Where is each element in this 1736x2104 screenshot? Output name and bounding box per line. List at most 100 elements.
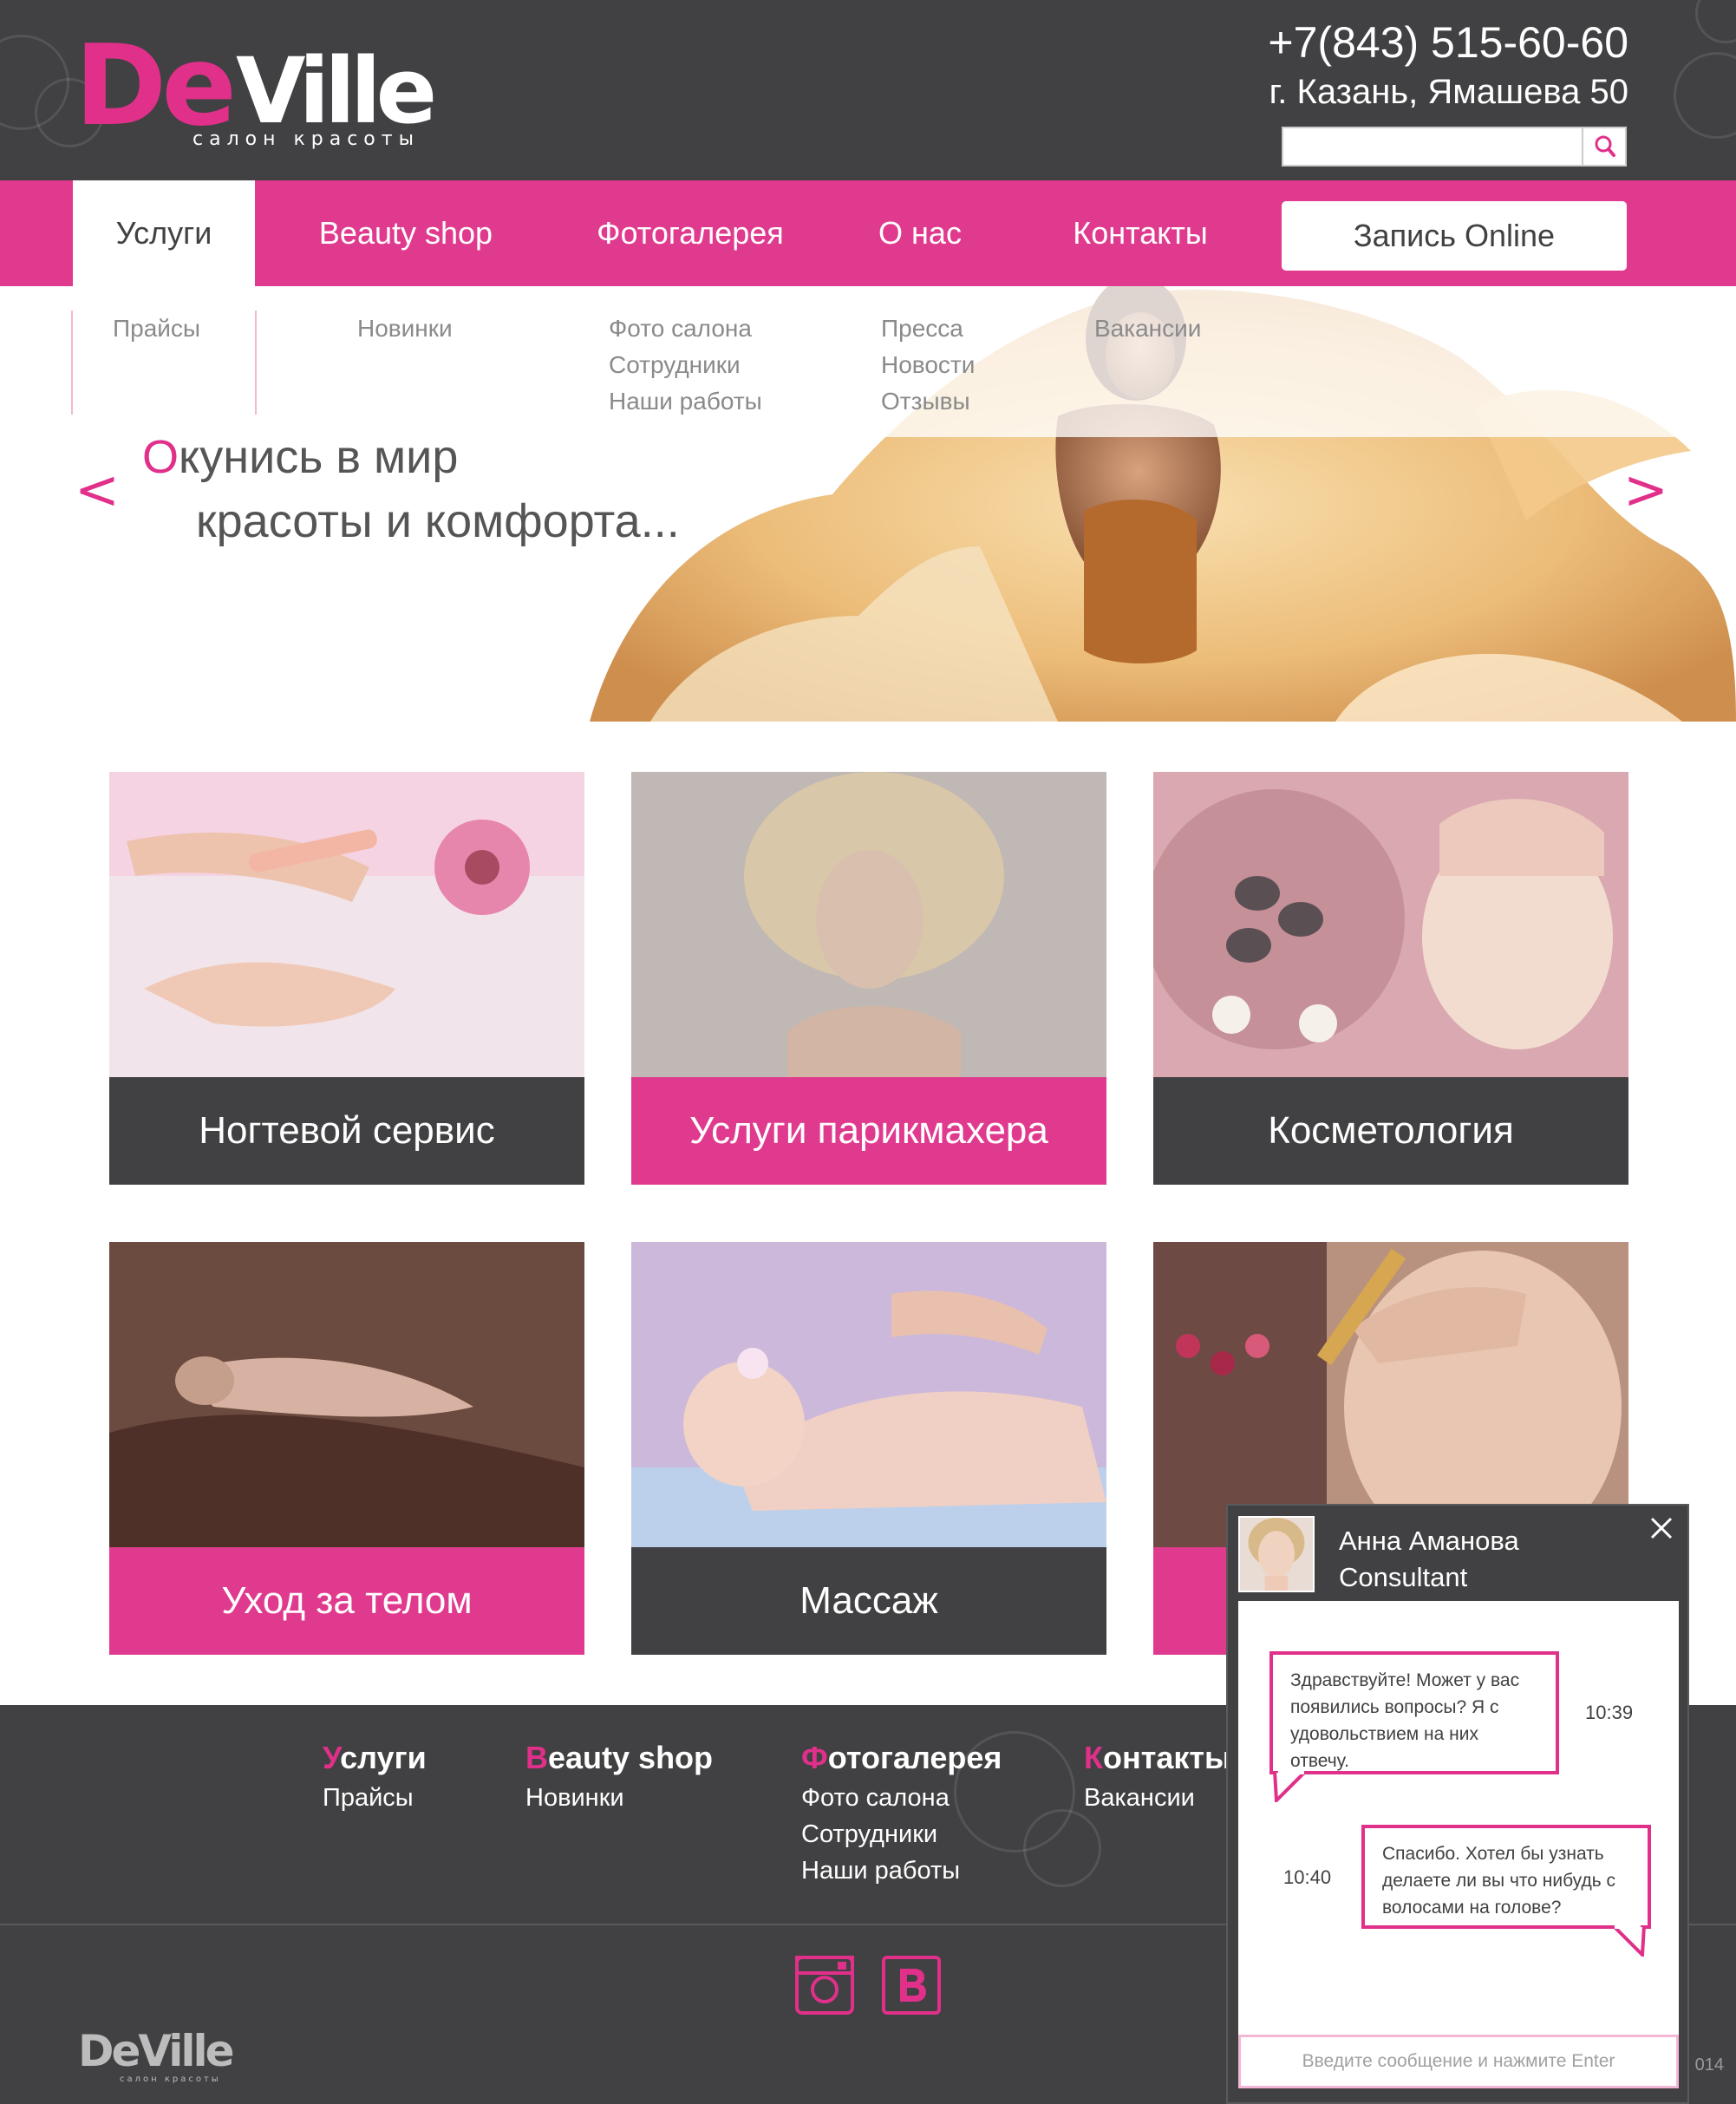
footer-logo-tagline: салон красоты — [120, 2075, 221, 2084]
nav-item-services[interactable]: Услуги — [73, 180, 255, 286]
footer-logo-wordmark: DeVille — [78, 2026, 235, 2076]
close-icon[interactable] — [1648, 1514, 1675, 1542]
service-photo-body-care — [109, 1242, 584, 1547]
service-photo-cosmetology — [1153, 772, 1628, 1077]
slider-next-arrow[interactable]: > — [1623, 458, 1668, 521]
hero-headline-initial: О — [142, 431, 179, 483]
bubble-tail — [1273, 1771, 1308, 1802]
footer-link[interactable]: Сотрудники — [801, 1816, 1002, 1852]
nav-item-beauty-shop[interactable]: Beauty shop — [295, 180, 517, 286]
chat-message-input[interactable] — [1241, 2037, 1676, 2086]
service-photo-massage — [631, 1242, 1106, 1547]
service-label: Услуги парикмахера — [631, 1077, 1106, 1185]
flourish-decoration — [1695, 0, 1736, 43]
footer-heading[interactable]: Услуги — [323, 1736, 427, 1780]
nav-item-label: Контакты — [1073, 215, 1208, 251]
service-tile-cosmetology[interactable]: Косметология — [1153, 772, 1628, 1185]
footer-logo[interactable]: DeVille салон красоты — [78, 2026, 251, 2087]
submenu-divider — [255, 310, 257, 415]
service-photo-hairdresser — [631, 772, 1106, 1077]
footer-link[interactable]: Фото салона — [801, 1780, 1002, 1816]
service-label: Уход за телом — [109, 1547, 584, 1655]
submenu-gallery: Фото салона Сотрудники Наши работы — [609, 310, 762, 420]
nav-item-label: Услуги — [115, 215, 212, 251]
instagram-icon[interactable] — [794, 1955, 855, 2016]
chat-message-incoming: Здравствуйте! Может у вас появились вопр… — [1269, 1651, 1559, 1774]
footer-logo-de: De — [78, 2026, 140, 2076]
service-tile-body-care[interactable]: Уход за телом — [109, 1242, 584, 1655]
submenu-services: Прайсы — [113, 310, 200, 347]
footer-heading-initial: Ф — [801, 1740, 828, 1775]
chat-message-outgoing: Спасибо. Хотел бы узнать делаете ли вы ч… — [1361, 1825, 1651, 1929]
submenu-shop: Новинки — [357, 310, 453, 347]
submenu-link[interactable]: Наши работы — [609, 383, 762, 420]
hero-headline-text: кунись в мир — [179, 431, 459, 483]
footer-logo-ville: Ville — [138, 2026, 234, 2076]
search-icon — [1595, 135, 1615, 157]
chat-message-time: 10:39 — [1585, 1702, 1634, 1723]
book-online-button[interactable]: Запись Online — [1282, 201, 1627, 271]
footer-heading-initial: У — [323, 1740, 341, 1775]
footer-heading[interactable]: Beauty shop — [525, 1736, 713, 1780]
search-button[interactable] — [1582, 128, 1625, 165]
footer-heading-text: слуги — [340, 1740, 427, 1775]
service-label: Косметология — [1153, 1077, 1628, 1185]
consultant-name: Анна Аманова — [1339, 1526, 1519, 1556]
header-address: г. Казань, Ямашева 50 — [1269, 73, 1628, 111]
submenu-contacts: Вакансии — [1094, 310, 1201, 347]
consultant-role: Consultant — [1339, 1562, 1468, 1592]
footer-heading-initial: К — [1084, 1740, 1103, 1775]
nav-item-label: Beauty shop — [318, 215, 493, 251]
consultant-info: Анна Аманова Consultant — [1339, 1523, 1519, 1596]
chat-messages: Здравствуйте! Может у вас появились вопр… — [1238, 1601, 1679, 2073]
hero-slider: Прайсы Новинки Фото салона Сотрудники На… — [0, 286, 1736, 722]
service-label: Массаж — [631, 1547, 1106, 1655]
flourish-decoration — [1674, 52, 1736, 139]
service-tile-hairdresser[interactable]: Услуги парикмахера — [631, 772, 1106, 1185]
slider-prev-arrow[interactable]: < — [75, 458, 120, 521]
footer-heading-text: отогалерея — [827, 1740, 1002, 1775]
footer-heading-text: онтакты — [1102, 1740, 1231, 1775]
nav-item-about[interactable]: О нас — [857, 180, 983, 286]
submenu-link[interactable]: Фото салона — [609, 310, 762, 347]
service-tile-nails[interactable]: Ногтевой сервис — [109, 772, 584, 1185]
footer-link[interactable]: Вакансии — [1084, 1780, 1231, 1816]
footer-copyright-year: 014 — [1694, 2055, 1724, 2075]
footer-heading-text: eauty shop — [548, 1740, 714, 1775]
service-tile-massage[interactable]: Массаж — [631, 1242, 1106, 1655]
logo-tagline: салон красоты — [193, 128, 420, 150]
footer-heading[interactable]: Контакты — [1084, 1736, 1231, 1780]
submenu-link[interactable]: Пресса — [881, 310, 975, 347]
submenu-about: Пресса Новости Отзывы — [881, 310, 975, 420]
submenu-link[interactable]: Отзывы — [881, 383, 975, 420]
submenu-link[interactable]: Вакансии — [1094, 310, 1201, 347]
footer-link[interactable]: Наши работы — [801, 1852, 1002, 1889]
header-phone[interactable]: +7(843) 515-60-60 — [1268, 17, 1628, 68]
footer-link[interactable]: Новинки — [525, 1780, 713, 1816]
footer-heading[interactable]: Фотогалерея — [801, 1736, 1002, 1780]
main-nav: Услуги Beauty shop Фотогалерея О нас Кон… — [0, 180, 1736, 286]
submenu-link[interactable]: Новинки — [357, 310, 453, 347]
submenu-panel — [0, 286, 1736, 437]
submenu-link[interactable]: Новости — [881, 347, 975, 383]
nav-item-gallery[interactable]: Фотогалерея — [576, 180, 805, 286]
vk-icon[interactable] — [881, 1955, 942, 2016]
nav-item-contacts[interactable]: Контакты — [1058, 180, 1223, 286]
site-header: De Ville салон красоты +7(843) 515-60-60… — [0, 0, 1736, 180]
consultant-avatar — [1238, 1516, 1315, 1592]
service-label: Ногтевой сервис — [109, 1077, 584, 1185]
logo[interactable]: De Ville салон красоты — [75, 26, 439, 156]
chat-input-box — [1238, 2035, 1679, 2088]
chat-widget: Анна Аманова Consultant Здравствуйте! Мо… — [1226, 1504, 1689, 2104]
service-photo-makeup — [1153, 1242, 1628, 1547]
search-box — [1282, 127, 1627, 167]
submenu-link[interactable]: Прайсы — [113, 310, 200, 347]
footer-link[interactable]: Прайсы — [323, 1780, 427, 1816]
chat-message-time: 10:40 — [1283, 1866, 1332, 1888]
bubble-tail — [1611, 1925, 1646, 1957]
search-input[interactable] — [1283, 128, 1583, 165]
footer-col-contacts: Контакты Вакансии — [1084, 1736, 1231, 1816]
footer-heading-initial: B — [525, 1740, 548, 1775]
submenu-link[interactable]: Сотрудники — [609, 347, 762, 383]
hero-headline-line2: красоты и комфорта... — [196, 495, 680, 547]
